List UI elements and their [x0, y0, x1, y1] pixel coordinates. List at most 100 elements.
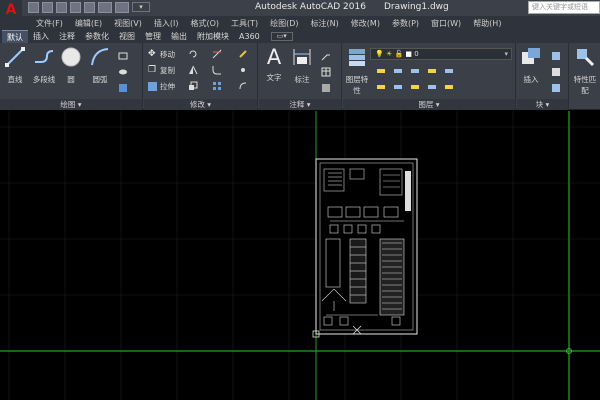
explode-icon[interactable] — [238, 65, 248, 75]
ellipse-icon[interactable] — [118, 67, 128, 77]
block-attribute-icon[interactable] — [551, 83, 561, 93]
menu-format[interactable]: 格式(O) — [190, 18, 219, 29]
app-title: Autodesk AutoCAD 2016 — [255, 2, 366, 12]
layer-dropdown[interactable]: 💡 ☀ 🔓 ■ 0 ▾ — [370, 48, 512, 60]
undo-icon[interactable] — [98, 2, 112, 13]
drawing-sheet[interactable] — [312, 158, 418, 338]
menu-parametric[interactable]: 参数(P) — [392, 18, 419, 29]
mirror-icon[interactable] — [188, 65, 198, 75]
edit-block-icon[interactable] — [551, 67, 561, 77]
create-block-icon[interactable] — [551, 51, 561, 61]
layer-properties-icon — [349, 49, 365, 66]
layer-tool-7-icon[interactable] — [393, 82, 403, 92]
polyline-button[interactable]: 多段线 — [30, 46, 58, 85]
block-panel: 插入 块 ▾ — [517, 43, 569, 110]
print-icon[interactable] — [84, 2, 95, 13]
tab-default[interactable]: 默认 — [2, 30, 28, 43]
erase-icon[interactable] — [238, 49, 248, 59]
scale-icon[interactable] — [188, 81, 198, 91]
search-input[interactable]: 键入关键字或短语 — [528, 1, 600, 14]
tab-output[interactable]: 输出 — [166, 30, 192, 43]
layer-tool-3-icon[interactable] — [410, 66, 420, 76]
offset-icon[interactable] — [238, 81, 248, 91]
redo-icon[interactable] — [115, 2, 129, 13]
layer-tool-1-icon[interactable] — [376, 66, 386, 76]
model-space[interactable] — [0, 111, 600, 400]
tab-annotate[interactable]: 注释 — [54, 30, 80, 43]
layer-tool-5-icon[interactable] — [444, 66, 454, 76]
properties-panel: 特性匹配 — [570, 43, 600, 110]
color-swatch-icon: ■ — [405, 50, 413, 58]
block-panel-title[interactable]: 块 ▾ — [517, 99, 568, 110]
match-properties-button[interactable]: 特性匹配 — [573, 46, 597, 96]
chevron-down-icon: ▾ — [504, 50, 508, 58]
menu-view[interactable]: 视图(V) — [114, 18, 142, 29]
insert-block-label: 插入 — [523, 75, 539, 84]
trim-icon[interactable] — [212, 49, 222, 59]
text-button[interactable]: A 文字 — [263, 46, 285, 83]
new-icon[interactable] — [28, 2, 39, 13]
line-button[interactable]: 直线 — [3, 46, 27, 85]
draw-panel-title[interactable]: 绘图 ▾ — [0, 99, 142, 110]
open-icon[interactable] — [42, 2, 53, 13]
leader-icon[interactable] — [321, 51, 331, 61]
dimension-icon — [293, 49, 311, 65]
tab-manage[interactable]: 管理 — [140, 30, 166, 43]
menu-window[interactable]: 窗口(W) — [431, 18, 461, 29]
circle-icon — [61, 47, 81, 67]
lightbulb-icon: 💡 — [375, 50, 384, 58]
tab-insert[interactable]: 插入 — [28, 30, 54, 43]
app-menu-button[interactable]: A — [0, 0, 22, 30]
menu-dimension[interactable]: 标注(N) — [311, 18, 339, 29]
menu-draw[interactable]: 绘图(D) — [270, 18, 298, 29]
menu-modify[interactable]: 修改(M) — [351, 18, 380, 29]
polyline-label: 多段线 — [32, 75, 56, 84]
tab-parametric[interactable]: 参数化 — [80, 30, 114, 43]
drawing-area[interactable] — [0, 111, 600, 400]
copy-label: 复制 — [160, 66, 175, 75]
stretch-button[interactable]: 拉伸 — [148, 81, 175, 92]
autocad-logo-icon: A — [5, 2, 17, 18]
dimension-button[interactable]: 标注 — [291, 46, 313, 85]
rectangle-icon[interactable] — [118, 51, 128, 61]
menu-tools[interactable]: 工具(T) — [231, 18, 258, 29]
annotation-panel-title[interactable]: 注释 ▾ — [259, 99, 341, 110]
insert-block-button[interactable]: 插入 — [519, 46, 543, 85]
quick-access-dropdown[interactable]: ▾ — [132, 2, 150, 12]
current-layer-value: 0 — [414, 50, 419, 58]
copy-icon: ❐ — [148, 65, 157, 75]
fillet-icon[interactable] — [212, 65, 222, 75]
modify-panel-title[interactable]: 修改 ▾ — [144, 99, 257, 110]
grid-table-icon[interactable] — [321, 83, 331, 93]
tab-addins[interactable]: 附加模块 — [192, 30, 234, 43]
circle-button[interactable]: 圆 — [60, 46, 82, 85]
polyline-icon — [35, 50, 54, 63]
menu-help[interactable]: 帮助(H) — [473, 18, 501, 29]
menu-bar: 文件(F) 编辑(E) 视图(V) 插入(I) 格式(O) 工具(T) 绘图(D… — [22, 16, 600, 30]
layer-tool-6-icon[interactable] — [376, 82, 386, 92]
save-as-icon[interactable] — [70, 2, 81, 13]
menu-file[interactable]: 文件(F) — [36, 18, 63, 29]
save-icon[interactable] — [56, 2, 67, 13]
tab-a360[interactable]: A360 — [234, 30, 265, 43]
table-icon[interactable] — [321, 67, 331, 77]
layer-tool-10-icon[interactable] — [444, 82, 454, 92]
layers-panel-title[interactable]: 图层 ▾ — [343, 99, 515, 110]
layer-tool-9-icon[interactable] — [427, 82, 437, 92]
copy-button[interactable]: ❐ 复制 — [148, 65, 175, 76]
move-button[interactable]: ✥ 移动 — [148, 49, 175, 60]
tab-view[interactable]: 视图 — [114, 30, 140, 43]
rotate-icon[interactable] — [188, 49, 198, 59]
layer-tool-2-icon[interactable] — [393, 66, 403, 76]
array-icon[interactable] — [212, 81, 222, 91]
hatch-icon[interactable] — [118, 83, 128, 93]
ribbon-toggle-button[interactable]: ▭▾ — [270, 32, 293, 41]
arc-button[interactable]: 圆弧 — [88, 46, 112, 85]
layer-properties-button[interactable]: 图层特性 — [345, 46, 369, 96]
quick-access-toolbar: ▾ — [28, 2, 150, 13]
layer-tool-8-icon[interactable] — [410, 82, 420, 92]
menu-insert[interactable]: 插入(I) — [154, 18, 179, 29]
menu-edit[interactable]: 编辑(E) — [75, 18, 102, 29]
layer-tool-4-icon[interactable] — [427, 66, 437, 76]
dimension-label: 标注 — [294, 75, 310, 84]
